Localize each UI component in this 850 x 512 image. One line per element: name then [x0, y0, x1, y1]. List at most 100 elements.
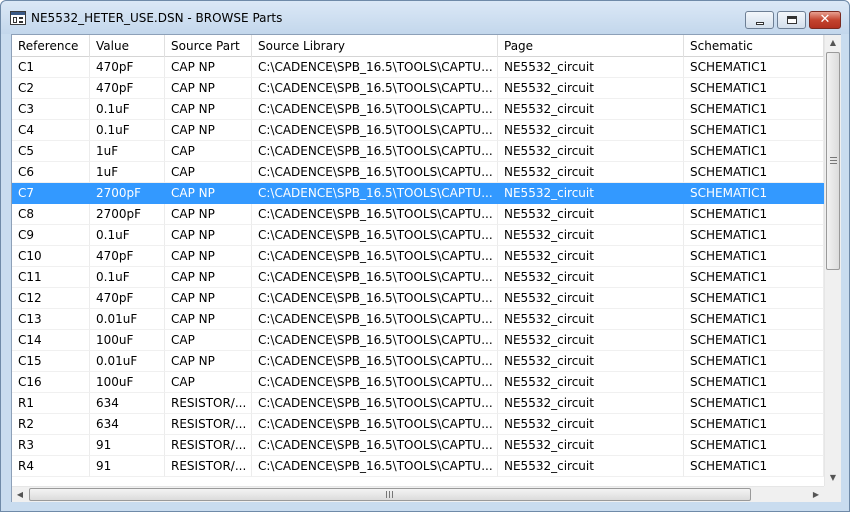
- column-header-value[interactable]: Value: [90, 35, 165, 57]
- cell-value: 470pF: [90, 288, 165, 309]
- cell-schematic: SCHEMATIC1: [684, 162, 824, 183]
- cell-value: 634: [90, 414, 165, 435]
- cell-schematic: SCHEMATIC1: [684, 120, 824, 141]
- cell-schematic: SCHEMATIC1: [684, 456, 824, 477]
- table-row[interactable]: C10 470pF CAP NP C:\CADENCE\SPB_16.5\TOOLS\…: [12, 246, 824, 267]
- scroll-right-arrow-icon[interactable]: ▶: [808, 487, 824, 503]
- title-bar[interactable]: NE5532_HETER_USE.DSN - BROWSE Parts ✕: [1, 1, 849, 34]
- cell-value: 470pF: [90, 78, 165, 99]
- cell-source-part: CAP NP: [165, 183, 252, 204]
- column-header-page[interactable]: Page: [498, 35, 684, 57]
- cell-source-part: CAP NP: [165, 99, 252, 120]
- cell-schematic: SCHEMATIC1: [684, 288, 824, 309]
- cell-value: 2700pF: [90, 183, 165, 204]
- cell-reference: C3: [12, 99, 90, 120]
- schematic-app-icon[interactable]: [10, 11, 26, 25]
- cell-source-library: C:\CADENCE\SPB_16.5\TOOLS\CAPTU...: [252, 78, 498, 99]
- cell-page: NE5532_circuit: [498, 78, 684, 99]
- cell-value: 100uF: [90, 372, 165, 393]
- column-header-row: Reference Value Source Part Source Libra…: [12, 35, 824, 57]
- cell-reference: C15: [12, 351, 90, 372]
- cell-page: NE5532_circuit: [498, 330, 684, 351]
- scroll-up-arrow-icon[interactable]: ▲: [825, 35, 841, 51]
- cell-source-library: C:\CADENCE\SPB_16.5\TOOLS\CAPTU...: [252, 225, 498, 246]
- cell-page: NE5532_circuit: [498, 456, 684, 477]
- table-row[interactable]: C6 1uF CAP C:\CADENCE\SPB_16.5\TOOLS\CAPTU.…: [12, 162, 824, 183]
- cell-page: NE5532_circuit: [498, 435, 684, 456]
- table-row[interactable]: C4 0.1uF CAP NP C:\CADENCE\SPB_16.5\TOOLS\C…: [12, 120, 824, 141]
- cell-source-part: CAP NP: [165, 351, 252, 372]
- cell-page: NE5532_circuit: [498, 246, 684, 267]
- cell-reference: C11: [12, 267, 90, 288]
- cell-value: 2700pF: [90, 204, 165, 225]
- cell-reference: C10: [12, 246, 90, 267]
- table-row[interactable]: C12 470pF CAP NP C:\CADENCE\SPB_16.5\TOOLS\…: [12, 288, 824, 309]
- cell-page: NE5532_circuit: [498, 309, 684, 330]
- cell-value: 0.1uF: [90, 120, 165, 141]
- table-row[interactable]: C14 100uF CAP C:\CADENCE\SPB_16.5\TOOLS\CAP…: [12, 330, 824, 351]
- cell-source-part: CAP: [165, 162, 252, 183]
- cell-value: 91: [90, 456, 165, 477]
- cell-reference: C5: [12, 141, 90, 162]
- table-row[interactable]: R2 634 RESISTOR/... C:\CADENCE\SPB_16.5\TOO…: [12, 414, 824, 435]
- cell-schematic: SCHEMATIC1: [684, 78, 824, 99]
- cell-reference: C9: [12, 225, 90, 246]
- cell-reference: C8: [12, 204, 90, 225]
- table-row[interactable]: R1 634 RESISTOR/... C:\CADENCE\SPB_16.5\TOO…: [12, 393, 824, 414]
- cell-schematic: SCHEMATIC1: [684, 351, 824, 372]
- table-row[interactable]: C15 0.01uF CAP NP C:\CADENCE\SPB_16.5\TOOLS…: [12, 351, 824, 372]
- table-row[interactable]: C9 0.1uF CAP NP C:\CADENCE\SPB_16.5\TOOLS\C…: [12, 225, 824, 246]
- vertical-scrollbar[interactable]: ▲ ▼: [824, 35, 841, 486]
- column-header-source-library[interactable]: Source Library: [252, 35, 498, 57]
- cell-reference: C12: [12, 288, 90, 309]
- cell-source-part: CAP NP: [165, 225, 252, 246]
- cell-source-library: C:\CADENCE\SPB_16.5\TOOLS\CAPTU...: [252, 162, 498, 183]
- cell-source-part: CAP: [165, 372, 252, 393]
- column-header-schematic[interactable]: Schematic: [684, 35, 824, 57]
- table-row[interactable]: R3 91 RESISTOR/... C:\CADENCE\SPB_16.5\TOOL…: [12, 435, 824, 456]
- cell-schematic: SCHEMATIC1: [684, 141, 824, 162]
- cell-value: 634: [90, 393, 165, 414]
- cell-reference: C1: [12, 57, 90, 78]
- cell-source-part: RESISTOR/...: [165, 414, 252, 435]
- horizontal-scrollbar[interactable]: ◀ ▶: [12, 486, 824, 502]
- maximize-button[interactable]: [777, 11, 806, 29]
- table-row[interactable]: R4 91 RESISTOR/... C:\CADENCE\SPB_16.5\TOOL…: [12, 456, 824, 477]
- cell-source-part: CAP NP: [165, 309, 252, 330]
- close-button[interactable]: ✕: [809, 11, 841, 29]
- close-icon: ✕: [819, 12, 831, 27]
- cell-source-part: RESISTOR/...: [165, 435, 252, 456]
- table-row-selected[interactable]: C7 2700pF CAP NP C:\CADENCE\SPB_16.5\TOOLS\…: [12, 183, 824, 204]
- table-row[interactable]: C16 100uF CAP C:\CADENCE\SPB_16.5\TOOLS\CAP…: [12, 372, 824, 393]
- column-header-reference[interactable]: Reference: [12, 35, 90, 57]
- table-row[interactable]: C11 0.1uF CAP NP C:\CADENCE\SPB_16.5\TOOLS\…: [12, 267, 824, 288]
- cell-page: NE5532_circuit: [498, 267, 684, 288]
- cell-source-library: C:\CADENCE\SPB_16.5\TOOLS\CAPTU...: [252, 414, 498, 435]
- table-row[interactable]: C13 0.01uF CAP NP C:\CADENCE\SPB_16.5\TOOLS…: [12, 309, 824, 330]
- cell-value: 0.1uF: [90, 225, 165, 246]
- minimize-button[interactable]: [745, 11, 774, 29]
- cell-schematic: SCHEMATIC1: [684, 372, 824, 393]
- cell-value: 91: [90, 435, 165, 456]
- scrollbar-corner: [824, 486, 841, 502]
- cell-reference: C6: [12, 162, 90, 183]
- scroll-left-arrow-icon[interactable]: ◀: [12, 487, 28, 503]
- table-row[interactable]: C3 0.1uF CAP NP C:\CADENCE\SPB_16.5\TOOLS\C…: [12, 99, 824, 120]
- table-row[interactable]: C1 470pF CAP NP C:\CADENCE\SPB_16.5\TOOLS\C…: [12, 57, 824, 78]
- vertical-scroll-thumb[interactable]: [826, 52, 840, 270]
- cell-reference: C7: [12, 183, 90, 204]
- cell-schematic: SCHEMATIC1: [684, 267, 824, 288]
- column-header-source-part[interactable]: Source Part: [165, 35, 252, 57]
- table-row[interactable]: C5 1uF CAP C:\CADENCE\SPB_16.5\TOOLS\CAPTU.…: [12, 141, 824, 162]
- cell-reference: R3: [12, 435, 90, 456]
- cell-page: NE5532_circuit: [498, 120, 684, 141]
- cell-source-part: CAP NP: [165, 246, 252, 267]
- table-row[interactable]: C2 470pF CAP NP C:\CADENCE\SPB_16.5\TOOLS\C…: [12, 78, 824, 99]
- cell-reference: C4: [12, 120, 90, 141]
- cell-reference: C13: [12, 309, 90, 330]
- horizontal-scroll-thumb[interactable]: [29, 488, 751, 501]
- cell-source-part: CAP: [165, 330, 252, 351]
- table-row[interactable]: C8 2700pF CAP NP C:\CADENCE\SPB_16.5\TOOLS\…: [12, 204, 824, 225]
- scroll-down-arrow-icon[interactable]: ▼: [825, 470, 841, 486]
- cell-reference: R4: [12, 456, 90, 477]
